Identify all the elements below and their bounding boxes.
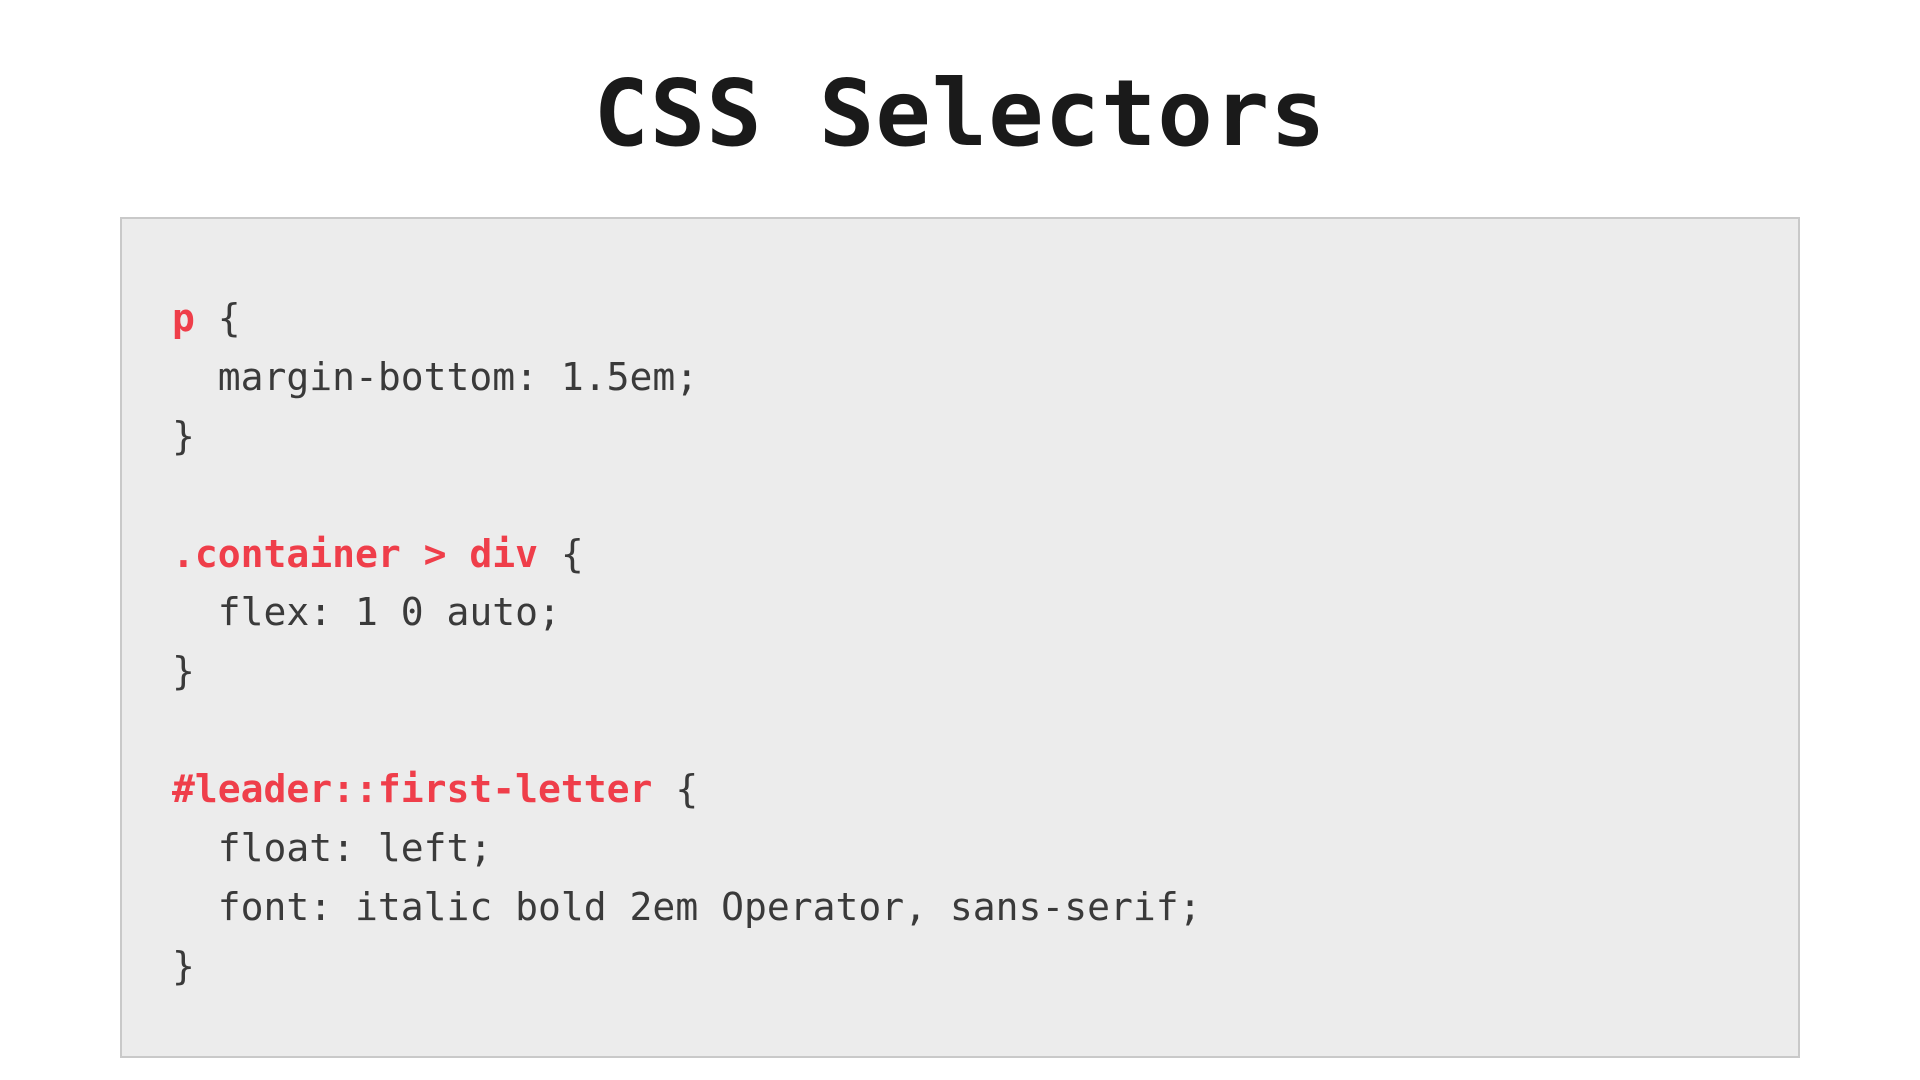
brace-open-2: { xyxy=(538,532,584,576)
code-block: p { margin-bottom: 1.5em; } .container >… xyxy=(120,217,1800,1058)
brace-close-1: } xyxy=(172,414,195,458)
brace-open-3: { xyxy=(652,767,698,811)
declaration-1-0: margin-bottom: 1.5em; xyxy=(172,355,698,399)
brace-open-1: { xyxy=(195,296,241,340)
slide: CSS Selectors p { margin-bottom: 1.5em; … xyxy=(0,0,1920,1080)
slide-title: CSS Selectors xyxy=(120,60,1800,167)
declaration-3-0: float: left; xyxy=(172,826,492,870)
declaration-3-1: font: italic bold 2em Operator, sans-ser… xyxy=(172,885,1202,929)
selector-3: #leader::first-letter xyxy=(172,767,652,811)
brace-close-2: } xyxy=(172,649,195,693)
declaration-2-0: flex: 1 0 auto; xyxy=(172,590,561,634)
selector-2: .container > div xyxy=(172,532,538,576)
brace-close-3: } xyxy=(172,944,195,988)
selector-1: p xyxy=(172,296,195,340)
